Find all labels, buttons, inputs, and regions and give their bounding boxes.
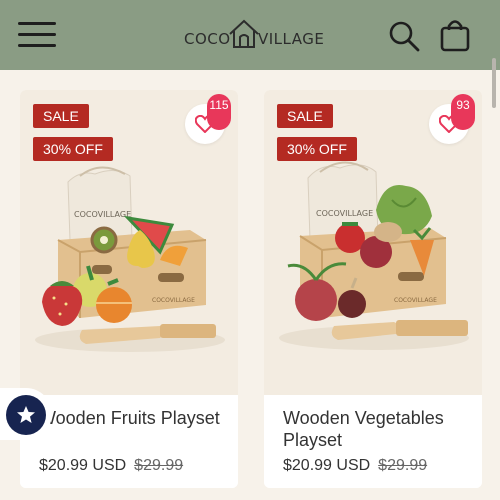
product-info: Wooden Fruits Playset $20.99 USD $29.99 <box>20 395 238 488</box>
star-icon <box>17 406 35 423</box>
product-title[interactable]: Wooden Fruits Playset <box>39 407 229 429</box>
reviews-button[interactable] <box>6 395 46 435</box>
site-header: COCO VILLAGE <box>0 0 500 70</box>
product-card-fruits[interactable]: COCOVILLAGE COCOVILLAGE SALE 30% OFF 115… <box>20 90 238 488</box>
bag-logo-text: COCOVILLAGE <box>316 209 373 218</box>
search-icon <box>389 21 420 52</box>
discount-badge: 30% OFF <box>33 137 113 161</box>
wishlist-count-badge: 115 <box>207 94 231 130</box>
menu-icon-bar <box>18 33 56 36</box>
cart-button[interactable] <box>440 18 470 52</box>
product-card-vegetables[interactable]: COCOVILLAGE COCOVILLAGE SALE 30% OFF 93 … <box>264 90 482 488</box>
menu-icon-bar <box>18 22 56 25</box>
menu-icon-bar <box>18 44 56 47</box>
crate-logo-text: COCOVILLAGE <box>152 297 195 304</box>
logo-text-left: COCO <box>184 30 231 48</box>
bag-logo-text: COCOVILLAGE <box>74 210 131 219</box>
compare-price: $29.99 <box>134 457 184 474</box>
sale-price: $20.99 USD <box>39 457 127 474</box>
sale-badge: SALE <box>33 104 89 128</box>
shopping-bag-icon <box>440 20 470 52</box>
wishlist-button[interactable]: 93 <box>429 94 475 144</box>
reviews-widget <box>0 388 52 440</box>
logo-text-right: VILLAGE <box>258 30 325 48</box>
price-row: $20.99 USD $29.99 <box>283 457 427 475</box>
sale-price: $20.99 USD <box>283 457 371 474</box>
discount-badge: 30% OFF <box>277 137 357 161</box>
product-info: Wooden Vegetables Playset $20.99 USD $29.… <box>264 395 482 488</box>
crate-logo-text: COCOVILLAGE <box>394 297 437 304</box>
wishlist-count-badge: 93 <box>451 94 475 130</box>
sale-badge: SALE <box>277 104 333 128</box>
site-logo[interactable]: COCO VILLAGE <box>182 18 325 52</box>
menu-button[interactable] <box>18 22 56 50</box>
wishlist-button[interactable]: 115 <box>185 94 231 144</box>
house-logo-icon <box>229 19 259 48</box>
page-scrollbar[interactable] <box>492 58 496 108</box>
product-image-vegetables[interactable]: COCOVILLAGE COCOVILLAGE SALE 30% OFF 93 <box>264 90 482 395</box>
compare-price: $29.99 <box>378 457 428 474</box>
search-button[interactable] <box>388 20 420 52</box>
product-title[interactable]: Wooden Vegetables Playset <box>283 407 473 451</box>
product-image-fruits[interactable]: COCOVILLAGE COCOVILLAGE SALE 30% OFF 115 <box>20 90 238 395</box>
price-row: $20.99 USD $29.99 <box>39 457 183 475</box>
